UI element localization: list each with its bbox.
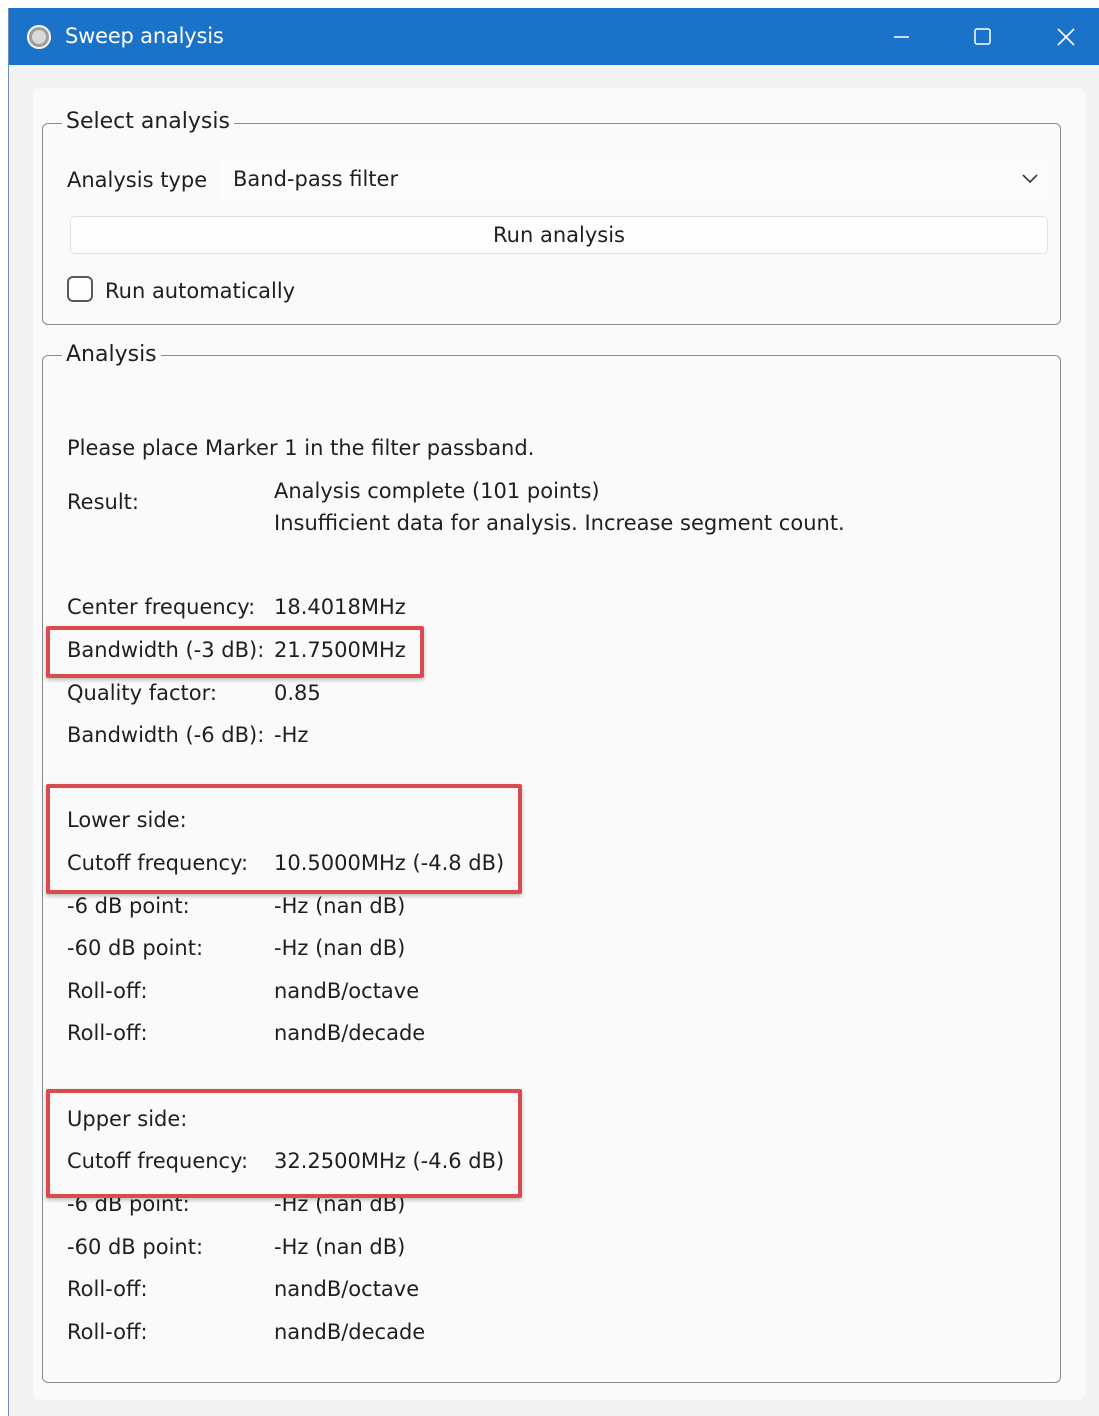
minimize-icon (894, 36, 909, 38)
center-frequency-label: Center frequency: (67, 595, 256, 619)
quality-factor-value: 0.85 (274, 681, 321, 705)
result-label: Result: (67, 490, 139, 514)
upper-rolloff-octave-value: nandB/octave (274, 1277, 420, 1301)
upper-60db-label: -60 dB point: (67, 1235, 204, 1259)
highlight-box-bandwidth (46, 626, 424, 678)
chevron-down-icon (1022, 174, 1038, 184)
center-frequency-value: 18.4018MHz (274, 595, 406, 619)
upper-rolloff-decade-label: Roll-off: (67, 1320, 148, 1344)
bandwidth-6db-label: Bandwidth (-6 dB): (67, 723, 265, 747)
run-automatically-checkbox[interactable] (67, 276, 93, 302)
upper-rolloff-octave-label: Roll-off: (67, 1277, 148, 1301)
minimize-button[interactable] (865, 8, 935, 65)
lower-60db-label: -60 dB point: (67, 936, 204, 960)
lower-rolloff-decade-label: Roll-off: (67, 1021, 148, 1045)
lower-rolloff-decade-value: nandB/decade (274, 1021, 426, 1045)
lower-6db-value: -Hz (nan dB) (274, 894, 406, 918)
select-analysis-legend: Select analysis (62, 108, 234, 136)
highlight-box-lower-cutoff (46, 784, 522, 894)
analysis-type-value: Band-pass filter (233, 167, 399, 191)
maximize-icon (974, 28, 991, 45)
analysis-type-label: Analysis type (67, 168, 208, 192)
bandwidth-6db-value: -Hz (274, 723, 309, 747)
lower-6db-label: -6 dB point: (67, 894, 190, 918)
lower-rolloff-octave-label: Roll-off: (67, 979, 148, 1003)
result-line: Analysis complete (101 points) (274, 479, 600, 503)
maximize-button[interactable] (948, 8, 1018, 65)
lower-rolloff-octave-value: nandB/octave (274, 979, 420, 1003)
analysis-legend: Analysis (62, 341, 161, 369)
quality-factor-label: Quality factor: (67, 681, 217, 705)
analysis-type-dropdown[interactable]: Band-pass filter (219, 158, 1049, 200)
instruction-text: Please place Marker 1 in the filter pass… (67, 436, 535, 460)
lower-60db-value: -Hz (nan dB) (274, 936, 406, 960)
title-bar[interactable]: Sweep analysis (9, 8, 1099, 65)
run-automatically-label[interactable]: Run automatically (105, 277, 295, 305)
highlight-box-upper-cutoff (46, 1089, 522, 1198)
upper-60db-value: -Hz (nan dB) (274, 1235, 406, 1259)
close-button[interactable] (1032, 8, 1099, 65)
upper-rolloff-decade-value: nandB/decade (274, 1320, 426, 1344)
run-analysis-button[interactable]: Run analysis (70, 216, 1048, 254)
app-icon (27, 25, 51, 49)
close-icon (1057, 28, 1075, 46)
window-title: Sweep analysis (65, 24, 224, 48)
result-line: Insufficient data for analysis. Increase… (274, 511, 845, 535)
